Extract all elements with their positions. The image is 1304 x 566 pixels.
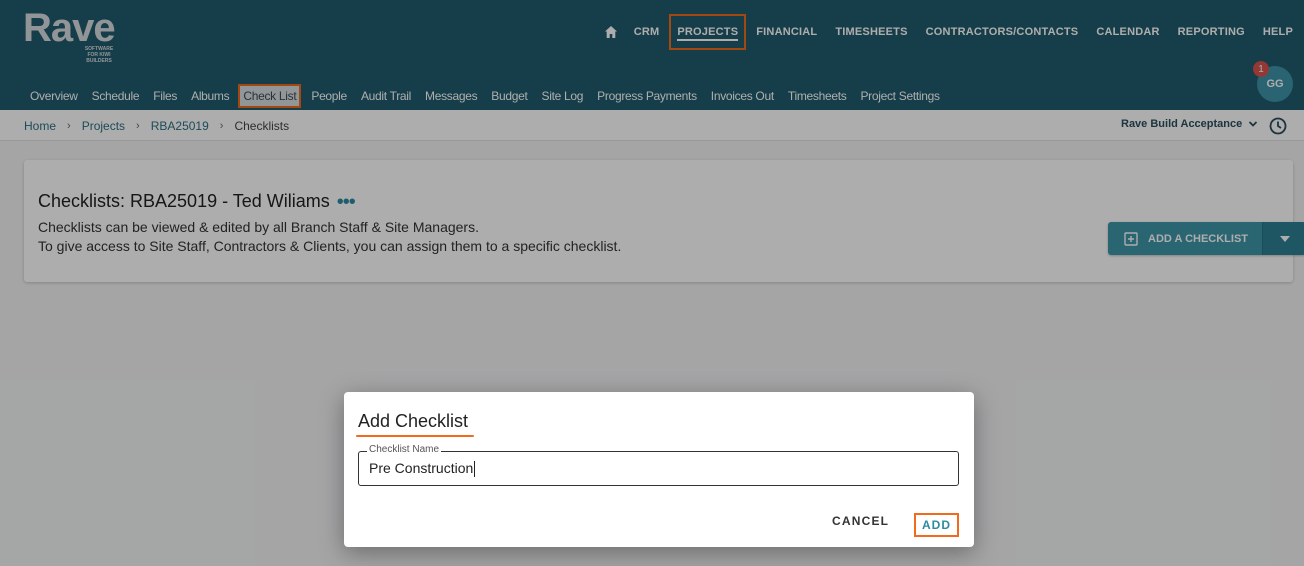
dialog-title: Add Checklist — [358, 411, 469, 431]
checklist-name-value: Pre Construction — [369, 460, 474, 476]
add-checklist-dialog: Add Checklist Checklist Name Pre Constru… — [344, 392, 974, 547]
checklist-name-input[interactable]: Pre Construction — [369, 460, 929, 478]
cancel-button[interactable]: CANCEL — [832, 514, 889, 528]
checklist-name-label: Checklist Name — [367, 444, 442, 455]
text-caret — [474, 461, 476, 478]
checklist-name-field[interactable]: Checklist Name Pre Construction — [358, 444, 959, 486]
add-button[interactable]: ADD — [914, 513, 959, 537]
title-underline — [356, 435, 474, 437]
